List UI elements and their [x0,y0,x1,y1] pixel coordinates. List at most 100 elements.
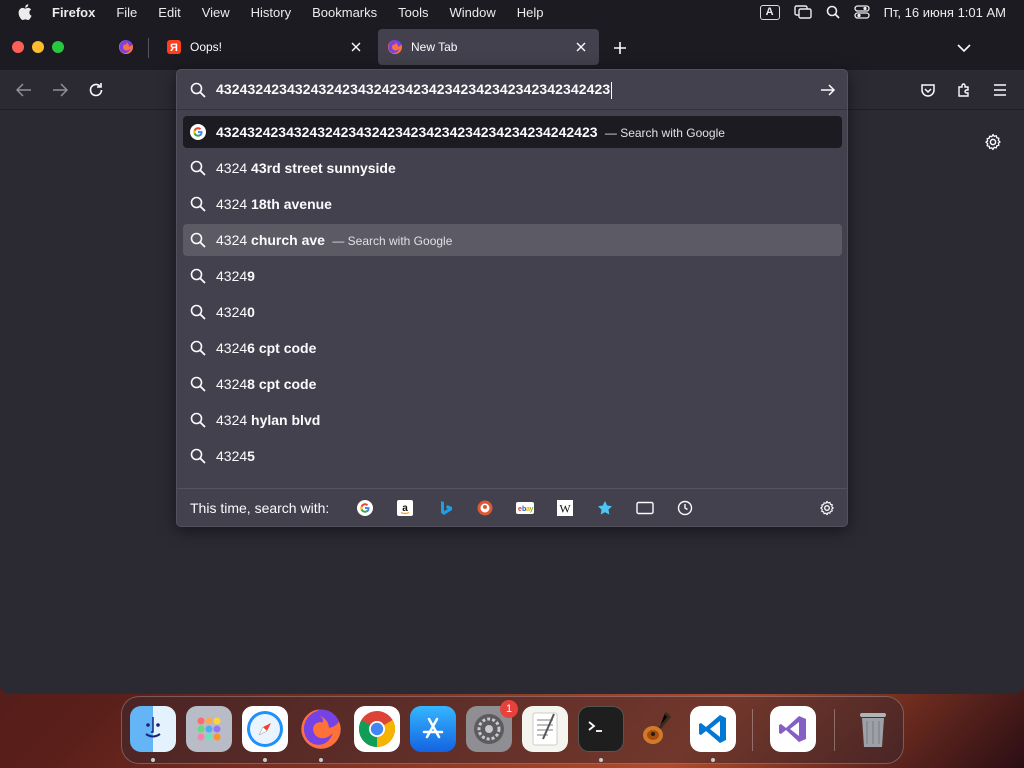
menu-file[interactable]: File [116,5,137,20]
google-icon [190,124,206,140]
menu-view[interactable]: View [202,5,230,20]
go-arrow-icon[interactable] [819,81,837,99]
hamburger-menu-icon[interactable] [990,80,1010,100]
firefox-icon [387,39,403,55]
input-source-indicator[interactable]: A [759,4,780,20]
firefox-icon [118,39,134,55]
suggestion-text: 43248 cpt code [216,376,317,392]
suggestion-row[interactable]: 4324 church ave — Search with Google [183,224,842,256]
finder-icon[interactable] [130,706,176,752]
tab-separator [148,38,149,58]
gear-icon[interactable] [984,133,1002,151]
zoom-window-button[interactable] [52,41,64,53]
tab-oops[interactable]: Я Oops! [152,29,374,65]
suggestion-row[interactable]: 43246 cpt code [183,332,842,364]
suggestion-row[interactable]: 43240 [183,296,842,328]
search-icon [190,412,206,428]
urlbar-input[interactable]: 4324324234324324234324234234234234234234… [216,81,613,99]
ebay-icon[interactable]: ebay [515,498,535,518]
duckduckgo-icon[interactable] [475,498,495,518]
tab-title: Oops! [190,40,223,54]
garageband-icon[interactable] [634,706,680,752]
google-icon[interactable] [355,498,375,518]
menu-help[interactable]: Help [517,5,544,20]
pinned-tab[interactable] [106,29,146,65]
running-indicator [263,758,267,762]
visual-studio-icon[interactable] [770,706,816,752]
safari-icon[interactable] [242,706,288,752]
dock-separator [752,709,753,751]
search-icon [190,304,206,320]
search-icon [190,376,206,392]
suggestion-row[interactable]: 43249 [183,260,842,292]
suggestion-text: 43246 cpt code [216,340,317,356]
search-settings-gear-icon[interactable] [817,498,837,518]
search-icon [190,232,206,248]
back-arrow-icon[interactable] [14,80,34,100]
forward-arrow-icon[interactable] [50,80,70,100]
textedit-icon[interactable] [522,706,568,752]
menu-tools[interactable]: Tools [398,5,428,20]
notification-badge: 1 [500,700,518,718]
yandex-icon: Я [166,39,182,55]
screen-mirroring-icon[interactable] [793,5,812,19]
tab-title: New Tab [411,40,458,54]
bing-icon[interactable] [435,498,455,518]
control-center-icon[interactable] [853,5,870,19]
amazon-icon[interactable]: a [395,498,415,518]
trash-icon[interactable] [850,706,896,752]
dock: 1 [121,696,904,764]
close-tab-icon[interactable] [348,39,364,55]
apple-icon[interactable] [18,4,36,20]
search-icon [190,340,206,356]
system-preferences-icon[interactable]: 1 [466,700,518,752]
menu-history[interactable]: History [251,5,291,20]
search-icon [190,160,206,176]
minimize-window-button[interactable] [32,41,44,53]
menu-bar: Firefox File Edit View History Bookmarks… [0,0,1024,24]
tabs-icon[interactable] [635,498,655,518]
suggestion-row[interactable]: 4324324234324324234324234234234234234234… [183,116,842,148]
svg-text:Я: Я [170,42,178,54]
launchpad-icon[interactable] [186,706,232,752]
close-tab-icon[interactable] [573,39,589,55]
suggestion-row[interactable]: 4324 43rd street sunnyside [183,152,842,184]
history-clock-icon[interactable] [675,498,695,518]
vscode-icon[interactable] [690,706,736,752]
running-indicator [711,758,715,762]
new-tab-plus-icon[interactable] [610,38,630,58]
pocket-icon[interactable] [918,80,938,100]
suggestion-row[interactable]: 43245 [183,440,842,472]
wikipedia-icon[interactable]: W [555,498,575,518]
urlbar[interactable]: 4324324234324324234324234234234234234234… [177,70,847,110]
close-window-button[interactable] [12,41,24,53]
menu-window[interactable]: Window [450,5,496,20]
menu-app-name[interactable]: Firefox [52,5,95,20]
menu-edit[interactable]: Edit [158,5,180,20]
app-store-icon[interactable] [410,706,456,752]
suggestion-text: 4324324234324324234324234234234234234234… [216,124,725,140]
suggestion-row[interactable]: 43248 cpt code [183,368,842,400]
suggestion-text: 4324 hylan blvd [216,412,321,428]
reload-icon[interactable] [86,80,106,100]
search-icon [190,448,206,464]
extensions-icon[interactable] [954,80,974,100]
spotlight-search-icon[interactable] [826,5,840,19]
suggestion-text: 43245 [216,448,255,464]
suggestion-row[interactable]: 4324 hylan blvd [183,404,842,436]
chrome-icon[interactable] [354,706,400,752]
suggestion-text: 43249 [216,268,255,284]
svg-text:y: y [530,506,534,513]
terminal-icon[interactable] [578,706,624,752]
suggestion-text: 4324 43rd street sunnyside [216,160,396,176]
tab-strip: Я Oops! New Tab [0,24,1024,70]
menu-bookmarks[interactable]: Bookmarks [312,5,377,20]
chevron-down-icon[interactable] [954,38,974,58]
urlbar-dropdown: 4324324234324324234324234234234234234234… [176,69,848,527]
menu-clock[interactable]: Пт, 16 июня 1:01 AM [884,5,1006,20]
suggestion-row[interactable]: 4324 18th avenue [183,188,842,220]
firefox-icon[interactable] [298,706,344,752]
suggestions-list: 4324324234324324234324234234234234234234… [183,116,842,476]
tab-new-tab[interactable]: New Tab [378,29,599,65]
bookmarks-star-icon[interactable] [595,498,615,518]
